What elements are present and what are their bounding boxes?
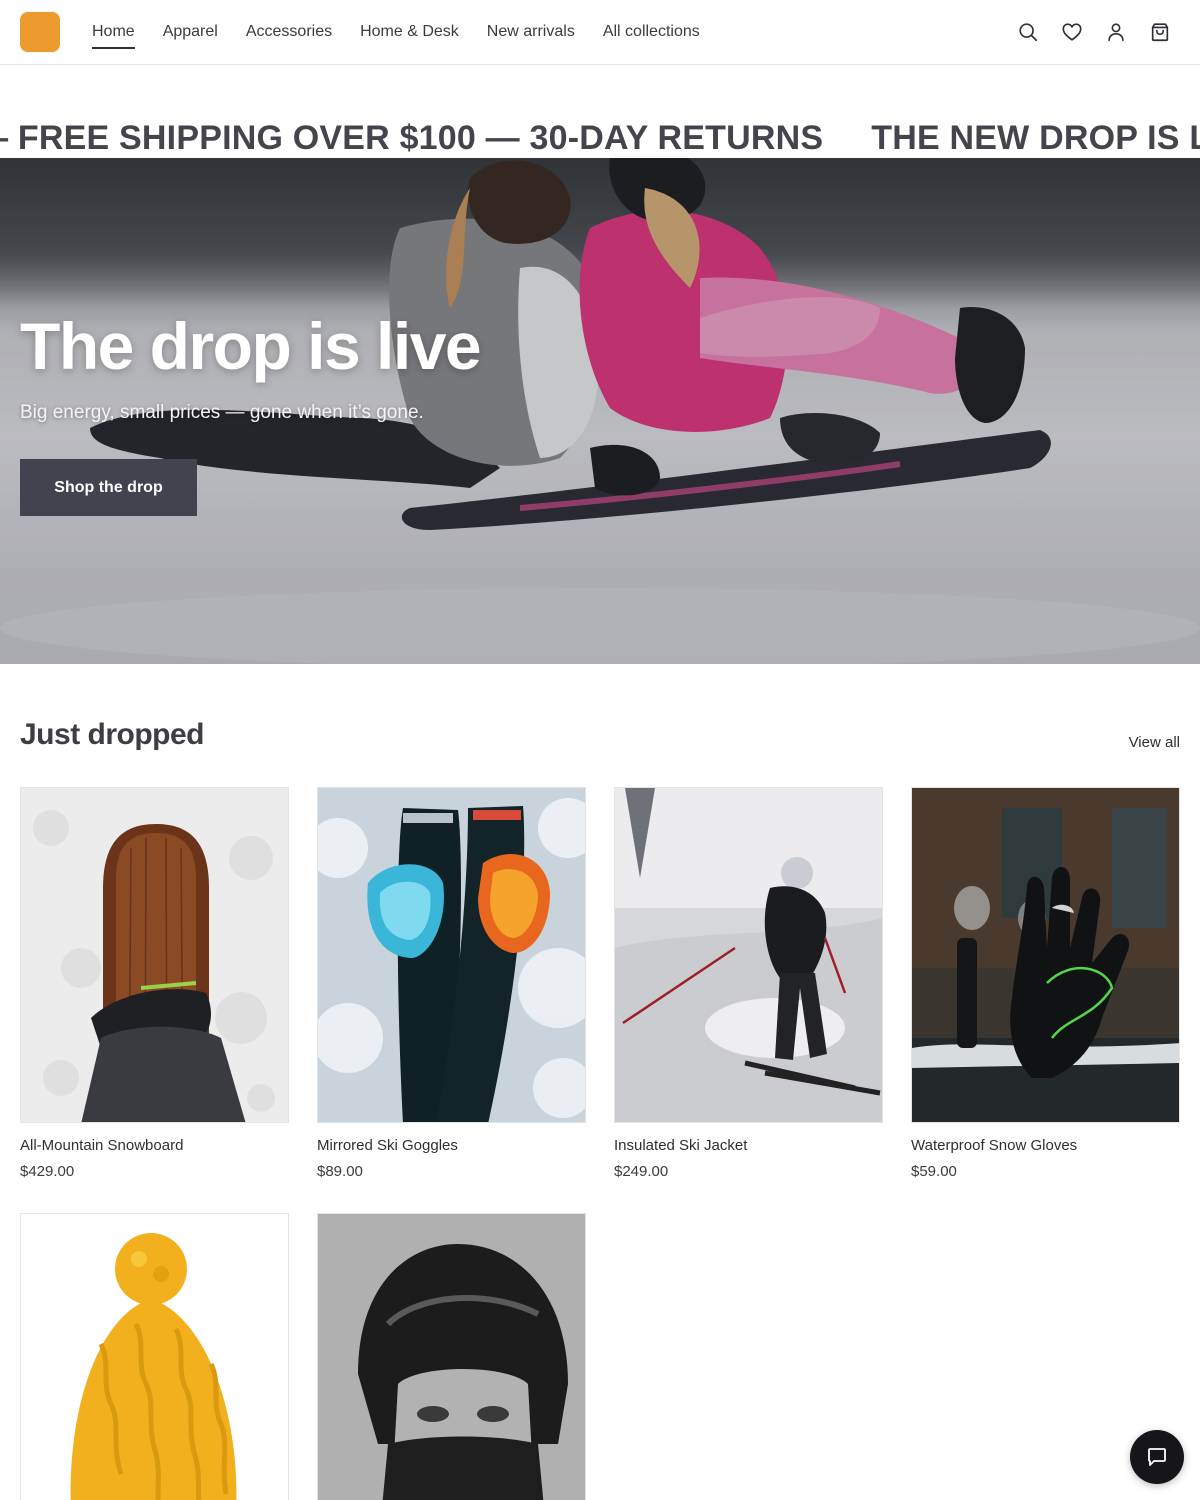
- announcement-marquee: THE NEW DROP IS LIVE — FREE SHIPPING OVE…: [0, 65, 1200, 158]
- nav-item-home[interactable]: Home: [92, 0, 135, 64]
- product-price: $429.00: [20, 1163, 75, 1180]
- product-image[interactable]: [614, 787, 883, 1123]
- nav-item-home-desk[interactable]: Home & Desk: [360, 0, 459, 64]
- announcement-text: THE NEW DROP IS LIVE — FREE SHIPPING OVE…: [0, 119, 824, 157]
- product-name[interactable]: All-Mountain Snowboard: [20, 1137, 289, 1154]
- chat-button[interactable]: [1130, 1430, 1184, 1484]
- product-name[interactable]: Mirrored Ski Goggles: [317, 1137, 586, 1154]
- view-all-link[interactable]: View all: [1129, 734, 1180, 751]
- product-card[interactable]: Insulated Ski Jacket $249.00: [614, 787, 883, 1180]
- product-card[interactable]: [317, 1213, 586, 1500]
- site-header: Home Apparel Accessories Home & Desk New…: [0, 0, 1200, 65]
- nav-item-new-arrivals[interactable]: New arrivals: [487, 0, 575, 64]
- product-card[interactable]: Mirrored Ski Goggles $89.00: [317, 787, 586, 1180]
- product-image[interactable]: [317, 787, 586, 1123]
- product-image[interactable]: [20, 1213, 289, 1500]
- product-image[interactable]: [911, 787, 1180, 1123]
- hero-banner: The drop is live Big energy, small price…: [0, 158, 1200, 664]
- announcement-text-repeat: THE NEW DROP IS LIVE — FREE SHIPPING OVE…: [871, 119, 1200, 157]
- cart-icon[interactable]: [1148, 20, 1172, 44]
- nav-item-all-collections[interactable]: All collections: [603, 0, 700, 64]
- hero-subtitle: Big energy, small prices — gone when it’…: [20, 402, 424, 423]
- chat-icon: [1148, 1448, 1166, 1466]
- product-price: $249.00: [614, 1163, 669, 1180]
- product-image[interactable]: [317, 1213, 586, 1500]
- product-image[interactable]: [20, 787, 289, 1123]
- announcement-track: THE NEW DROP IS LIVE — FREE SHIPPING OVE…: [0, 119, 1200, 158]
- main-nav: Home Apparel Accessories Home & Desk New…: [92, 0, 728, 64]
- product-price: $59.00: [911, 1163, 957, 1180]
- nav-item-accessories[interactable]: Accessories: [246, 0, 332, 64]
- product-name[interactable]: Insulated Ski Jacket: [614, 1137, 883, 1154]
- product-name[interactable]: Waterproof Snow Gloves: [911, 1137, 1180, 1154]
- section-title: Just dropped: [20, 718, 205, 751]
- product-card[interactable]: [20, 1213, 289, 1500]
- product-price: $89.00: [317, 1163, 363, 1180]
- product-card[interactable]: All-Mountain Snowboard $429.00: [20, 787, 289, 1180]
- product-card[interactable]: Waterproof Snow Gloves $59.00: [911, 787, 1180, 1180]
- account-icon[interactable]: [1104, 20, 1128, 44]
- nav-item-apparel[interactable]: Apparel: [163, 0, 218, 64]
- shop-the-drop-button[interactable]: Shop the drop: [20, 459, 197, 516]
- search-icon[interactable]: [1016, 20, 1040, 44]
- header-actions: [996, 20, 1172, 44]
- heart-icon[interactable]: [1060, 20, 1084, 44]
- store-logo[interactable]: [20, 12, 60, 52]
- hero-title: The drop is live: [20, 309, 482, 383]
